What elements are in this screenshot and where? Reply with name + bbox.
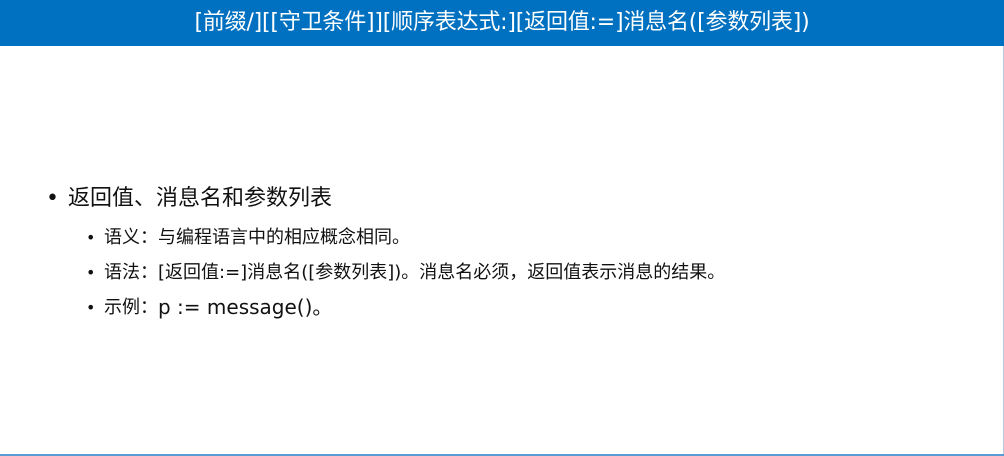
bullet-icon: • bbox=[86, 298, 96, 317]
sub-bullet-text: 与编程语言中的相应概念相同。 bbox=[158, 227, 410, 248]
main-bullet-item: • 返回值、消息名和参数列表 bbox=[46, 182, 725, 216]
sub-bullet-text: p := message()。 bbox=[158, 295, 333, 319]
sub-bullet-label: 语义： bbox=[104, 227, 158, 248]
title-bar: [前缀/][[守卫条件]][顺序表达式:][返回值:=]消息名([参数列表]) bbox=[0, 0, 1004, 46]
sub-bullet-label: 示例： bbox=[104, 297, 158, 318]
sub-bullet-label: 语法： bbox=[104, 262, 158, 283]
slide-title: [前缀/][[守卫条件]][顺序表达式:][返回值:=]消息名([参数列表]) bbox=[194, 10, 810, 35]
sub-bullet-list: • 语义： 与编程语言中的相应概念相同。 • 语法： [返回值:=]消息名([参… bbox=[86, 220, 725, 325]
sub-bullet-example: • 示例： p := message()。 bbox=[86, 290, 725, 325]
bullet-icon: • bbox=[86, 228, 96, 247]
content-area: • 返回值、消息名和参数列表 • 语义： 与编程语言中的相应概念相同。 • 语法… bbox=[46, 182, 725, 325]
sub-bullet-text: [返回值:=]消息名([参数列表])。消息名必须，返回值表示消息的结果。 bbox=[158, 262, 726, 283]
main-bullet-text: 返回值、消息名和参数列表 bbox=[68, 186, 333, 211]
bullet-icon: • bbox=[46, 186, 59, 211]
sub-bullet-semantics: • 语义： 与编程语言中的相应概念相同。 bbox=[86, 220, 725, 255]
slide: [前缀/][[守卫条件]][顺序表达式:][返回值:=]消息名([参数列表]) … bbox=[0, 0, 1004, 456]
bullet-icon: • bbox=[86, 263, 96, 282]
sub-bullet-syntax: • 语法： [返回值:=]消息名([参数列表])。消息名必须，返回值表示消息的结… bbox=[86, 255, 725, 290]
